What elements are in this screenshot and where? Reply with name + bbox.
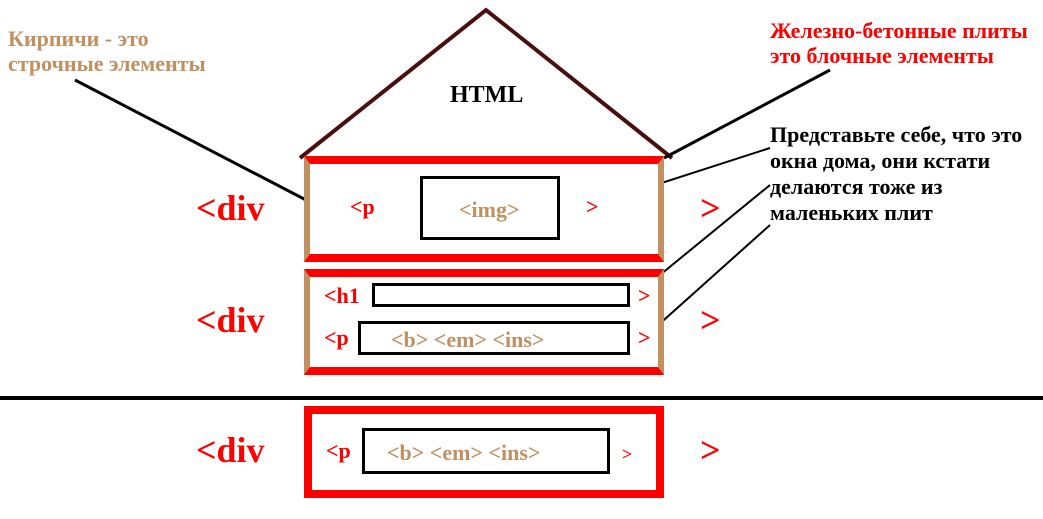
floor1-p-open: <p	[350, 194, 375, 219]
floor2-h1-box	[372, 283, 630, 307]
floor2-h1-close: >	[638, 283, 651, 308]
floor1-div-open: <div	[196, 188, 265, 229]
floor3-div-close: >	[700, 430, 721, 471]
floor3-basement: <p <b> <em> <ins> >	[304, 406, 664, 498]
floor1-img-box: <img>	[420, 176, 560, 240]
floor2-p-close: >	[638, 325, 651, 350]
floor1: <p <img> >	[304, 156, 664, 262]
floor1-div-close: >	[700, 188, 721, 229]
caption-block-slabs: Железно-бетонные плиты это блочные элеме…	[770, 18, 1028, 69]
floor2: <h1 > <p <b> <em> <ins> >	[304, 269, 664, 375]
roof-html-label: HTML	[450, 82, 523, 110]
floor3-div-open: <div	[196, 430, 265, 471]
floor3-p-open: <p	[326, 438, 351, 463]
floor1-img-label: <img>	[459, 197, 520, 222]
floor3-inline-box: <b> <em> <ins>	[362, 428, 610, 474]
caption-windows-note: Представьте себе, что это окна дома, они…	[770, 122, 1030, 226]
floor2-div-open: <div	[196, 300, 265, 341]
floor2-h1-open: <h1	[324, 283, 360, 308]
floor2-p-open: <p	[324, 325, 349, 350]
floor3-inline-sequence: <b> <em> <ins>	[387, 440, 540, 465]
caption-inline-bricks: Кирпичи - это строчные элементы	[8, 26, 206, 77]
floor3-p-close: >	[622, 444, 632, 465]
floor2-div-close: >	[700, 300, 721, 341]
floor2-inline-box: <b> <em> <ins>	[358, 321, 630, 355]
floor2-inline-sequence: <b> <em> <ins>	[391, 327, 544, 352]
diagram-stage: { "captions": { "left": "Кирпичи - это\n…	[0, 0, 1043, 519]
floor1-p-close: >	[586, 194, 599, 219]
